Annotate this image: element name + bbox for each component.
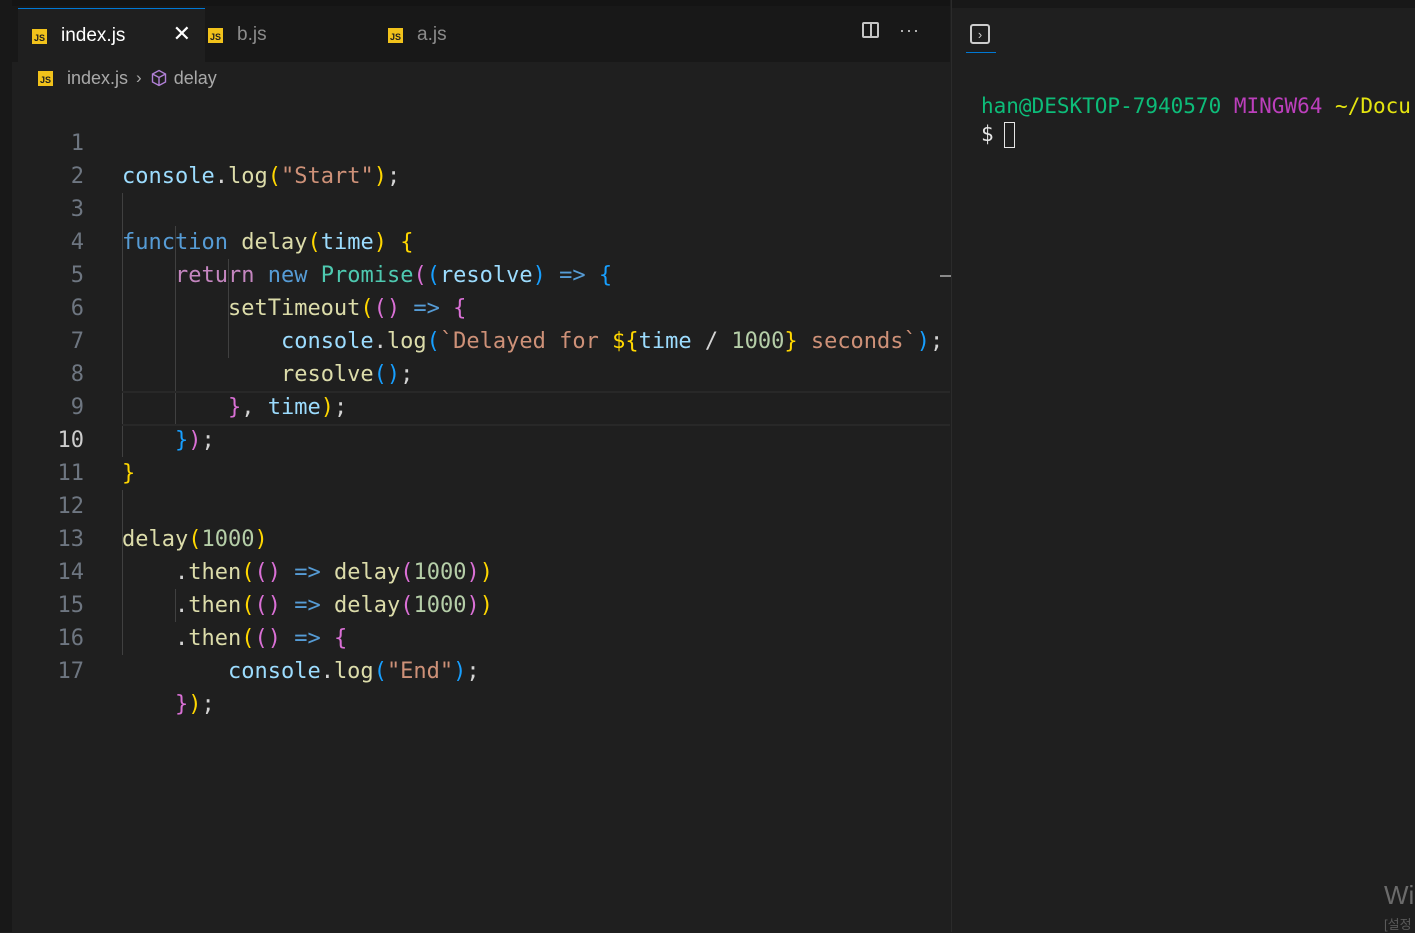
editor-group: JS index.js ✕ JS b.js JS a.js ··· JS ind… [12,0,954,932]
tab-bar: JS index.js ✕ JS b.js JS a.js ··· [12,0,950,63]
breadcrumb-file[interactable]: index.js [67,68,128,89]
watermark: Wi [1384,880,1415,910]
terminal-system: MINGW64 [1233,94,1323,118]
code-line-current: 10 } [12,391,950,486]
javascript-file-icon: JS [208,27,223,43]
code-line: 8 }, time); [12,325,950,420]
code-line: 7 resolve(); [12,292,950,387]
tab-index-js[interactable]: JS index.js ✕ [18,8,205,63]
code-line: 17 }); [12,622,950,717]
terminal-prompt: $ [981,122,994,146]
code-line: 12 delay(1000) [12,457,950,552]
tab-b-js[interactable]: JS b.js [208,8,368,62]
code-editor[interactable]: 1 console.log("Start"); 2 3 function del… [12,94,954,932]
terminal-input-line[interactable]: $ [981,120,1015,148]
code-line: 3 function delay(time) { [12,160,950,255]
code-line: 15 .then(() => { [12,556,950,651]
terminal-user: han@DESKTOP-7940570 [981,94,1222,118]
breadcrumb: JS index.js › delay [38,66,217,90]
code-line: 5 setTimeout(() => { [12,226,950,321]
symbol-method-icon [150,69,168,87]
tab-label: a.js [417,24,447,45]
tab-label: b.js [237,24,267,45]
code-line: 1 console.log("Start"); [12,94,950,189]
editor-actions: ··· [862,21,920,39]
close-icon[interactable]: ✕ [173,23,191,45]
tab-label: index.js [61,25,126,46]
chevron-right-icon: › [136,68,142,87]
tab-a-js[interactable]: JS a.js [388,8,548,62]
javascript-file-icon: JS [388,27,403,43]
code-line: 9 }); [12,358,950,453]
code-line: 11 [12,424,950,486]
code-line: 2 [12,127,950,189]
code-line: 4 return new Promise((resolve) => { [12,193,950,288]
terminal-prompt-line: han@DESKTOP-7940570 MINGW64 ~/Docu [981,92,1411,120]
terminal-cursor [1003,122,1015,148]
terminal-icon[interactable]: › [970,24,990,44]
javascript-file-icon: JS [38,70,53,86]
line-number: 17 [57,659,85,684]
code-line: 16 console.log("End"); [12,589,950,684]
code-line: 13 .then(() => delay(1000)) [12,490,950,585]
more-actions-icon[interactable]: ··· [899,21,920,39]
code-line: 14 .then(() => delay(1000)) [12,523,950,618]
terminal-path: ~/Docu [1335,94,1411,118]
code-line: 6 console.log(`Delayed for ${time / 1000… [12,259,950,354]
javascript-file-icon: JS [32,28,47,44]
terminal-panel[interactable]: › han@DESKTOP-7940570 MINGW64 ~/Docu $ W… [951,0,1415,932]
split-editor-icon[interactable] [862,22,880,38]
watermark-sub: [설정 [1384,917,1412,932]
breadcrumb-symbol[interactable]: delay [174,68,217,89]
